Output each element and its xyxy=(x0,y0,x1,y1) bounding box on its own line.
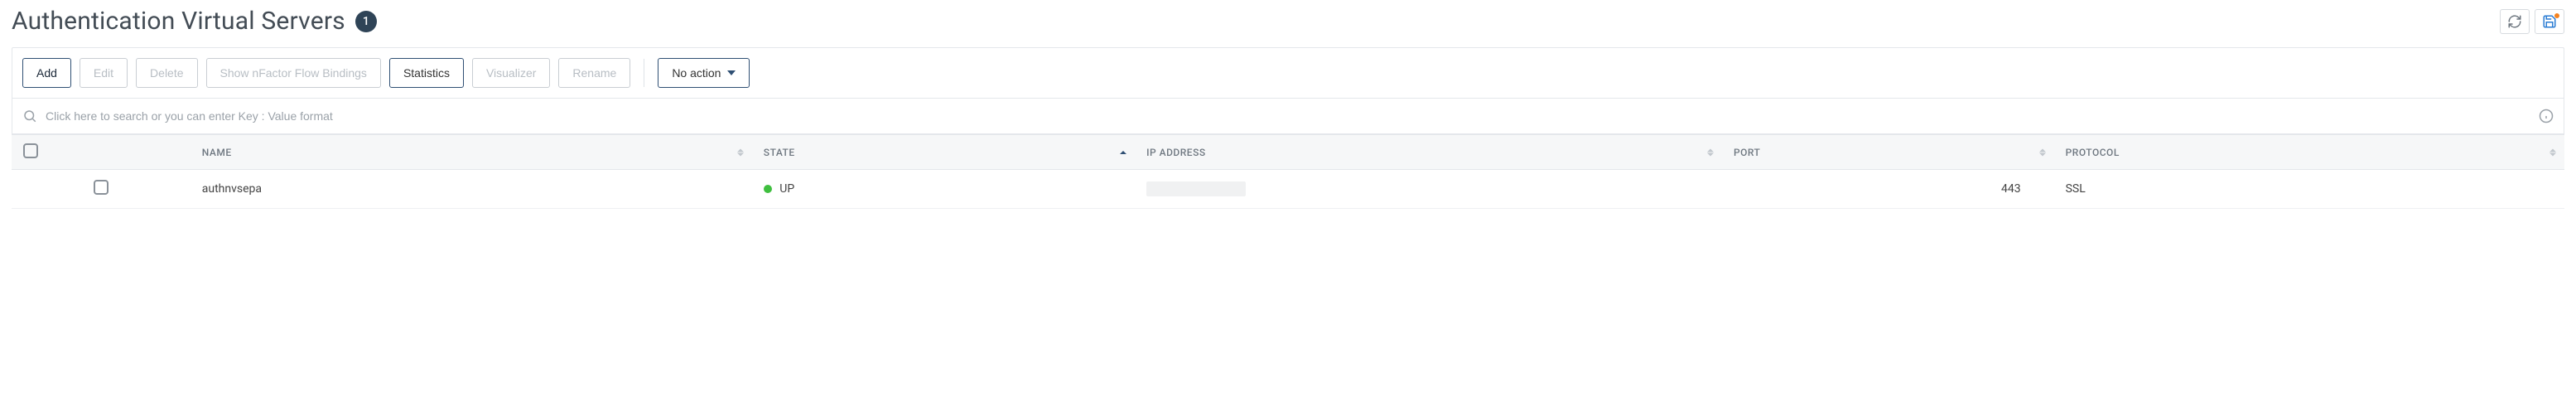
no-action-label: No action xyxy=(672,66,721,80)
column-header-name[interactable]: NAME xyxy=(191,135,752,170)
cell-name: authnvsepa xyxy=(191,170,752,209)
statistics-button[interactable]: Statistics xyxy=(389,58,464,88)
cell-ip-redacted xyxy=(1146,181,1246,196)
row-checkbox[interactable] xyxy=(94,180,109,195)
sort-icon xyxy=(2039,148,2046,156)
no-action-dropdown[interactable]: No action xyxy=(658,58,750,88)
column-label: PORT xyxy=(1734,147,1760,158)
count-badge: 1 xyxy=(355,11,377,32)
toolbar: Add Edit Delete Show nFactor Flow Bindin… xyxy=(12,47,2564,98)
info-icon[interactable] xyxy=(2539,109,2554,123)
cell-port: 443 xyxy=(1722,170,2054,209)
column-header-state[interactable]: STATE xyxy=(752,135,1135,170)
cell-protocol: SSL xyxy=(2054,170,2564,209)
column-label: STATE xyxy=(764,147,795,158)
visualizer-button[interactable]: Visualizer xyxy=(472,58,550,88)
select-all-checkbox[interactable] xyxy=(23,143,38,158)
column-header-protocol[interactable]: PROTOCOL xyxy=(2054,135,2564,170)
cell-state: UP xyxy=(779,182,794,196)
rename-button[interactable]: Rename xyxy=(558,58,630,88)
sort-icon xyxy=(1707,148,1714,156)
status-dot-icon xyxy=(764,185,772,193)
sort-icon xyxy=(737,148,744,156)
delete-button[interactable]: Delete xyxy=(136,58,197,88)
save-button[interactable] xyxy=(2535,9,2564,34)
search-bar xyxy=(12,98,2564,134)
chevron-down-icon xyxy=(727,70,736,75)
show-nfactor-bindings-button[interactable]: Show nFactor Flow Bindings xyxy=(206,58,381,88)
vservers-table: NAME STATE IP ADDRESS PORT PROTOCOL xyxy=(12,134,2564,209)
refresh-button[interactable] xyxy=(2500,9,2530,34)
search-icon xyxy=(22,109,37,123)
edit-button[interactable]: Edit xyxy=(80,58,128,88)
column-label: IP ADDRESS xyxy=(1146,147,1206,158)
add-button[interactable]: Add xyxy=(22,58,71,88)
column-label: NAME xyxy=(202,147,232,158)
refresh-icon xyxy=(2507,14,2522,29)
page-title: Authentication Virtual Servers xyxy=(12,7,345,36)
unsaved-indicator-icon xyxy=(2554,13,2559,18)
column-header-checkbox xyxy=(12,135,191,170)
sort-icon xyxy=(1120,151,1126,154)
column-header-port[interactable]: PORT xyxy=(1722,135,2054,170)
column-label: PROTOCOL xyxy=(2066,147,2120,158)
sort-icon xyxy=(2549,148,2556,156)
column-header-ip[interactable]: IP ADDRESS xyxy=(1135,135,1722,170)
table-row[interactable]: authnvsepa UP 443 SSL xyxy=(12,170,2564,209)
search-input[interactable] xyxy=(46,109,2530,123)
